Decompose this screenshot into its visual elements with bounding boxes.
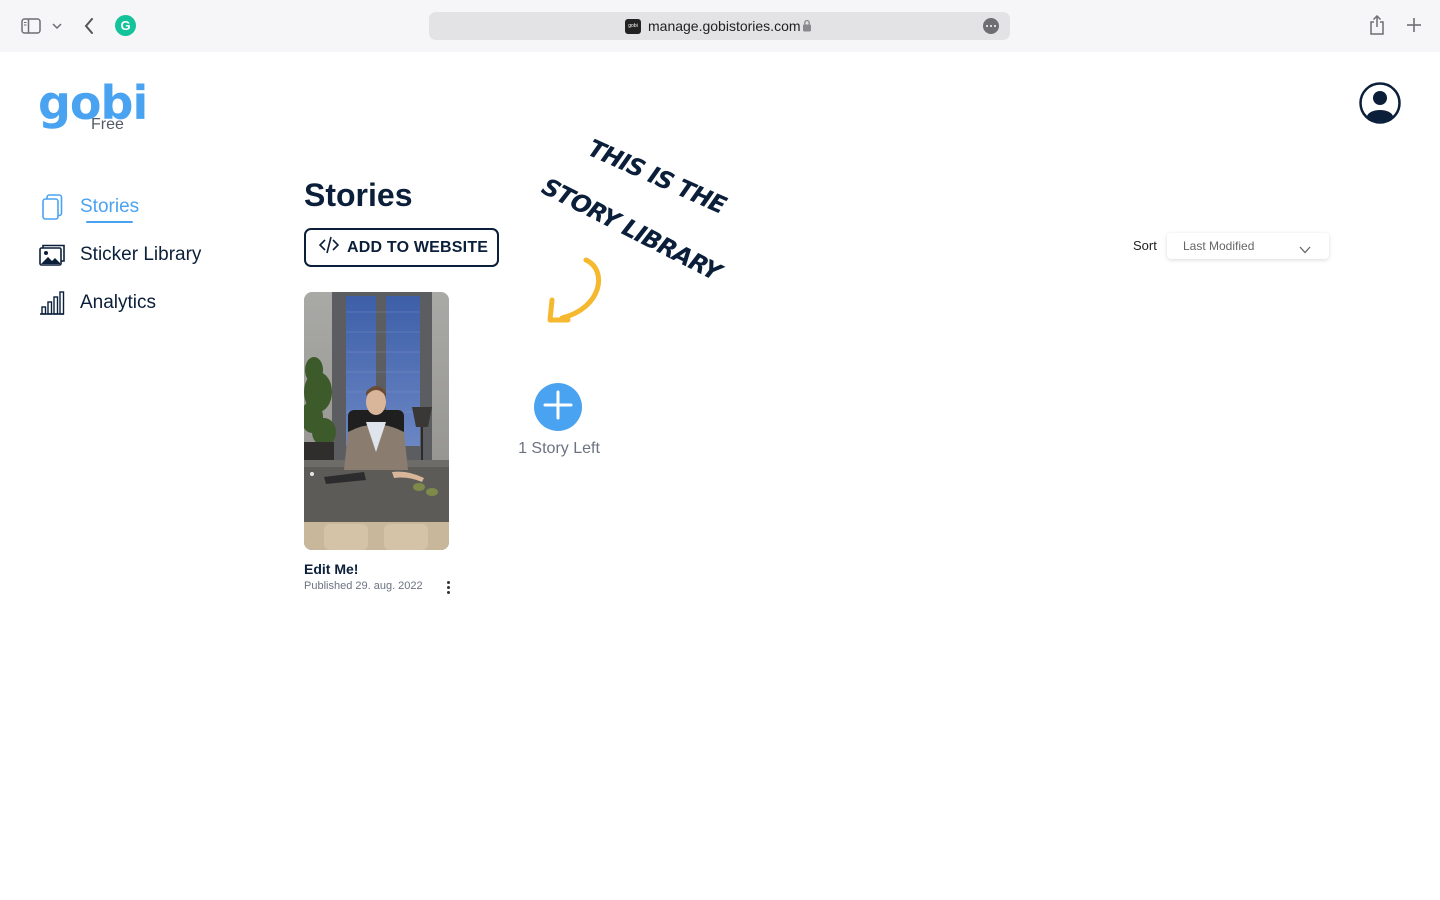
image-icon — [38, 241, 66, 269]
plan-label: Free — [91, 116, 124, 133]
share-icon[interactable] — [1366, 12, 1388, 38]
site-favicon: gobi — [625, 19, 641, 34]
sidebar-item-analytics[interactable]: Analytics — [38, 289, 156, 317]
story-title[interactable]: Edit Me! — [304, 561, 358, 577]
back-icon[interactable] — [78, 14, 100, 38]
bar-chart-icon — [38, 289, 66, 317]
sidebar-item-label: Stories — [80, 196, 140, 223]
sidebar-toggle-icon[interactable] — [18, 14, 44, 38]
more-options-icon[interactable] — [441, 579, 455, 595]
sidebar-item-label: Sticker Library — [80, 244, 202, 265]
page-options-icon[interactable] — [983, 18, 999, 34]
story-library-annotation: THIS IS THE STORY LIBRARY — [537, 134, 730, 323]
add-to-website-button[interactable]: ADD TO WEBSITE — [304, 228, 499, 267]
new-story-button[interactable] — [534, 383, 582, 431]
sort-dropdown[interactable]: Last Modified — [1167, 233, 1329, 259]
browser-toolbar: G gobi manage.gobistories.com — [0, 0, 1440, 52]
new-tab-icon[interactable] — [1403, 14, 1425, 36]
code-icon — [318, 236, 340, 259]
curved-arrow-icon — [559, 257, 602, 321]
address-bar[interactable]: gobi manage.gobistories.com — [429, 12, 1010, 40]
sidebar-item-label: Analytics — [80, 292, 157, 313]
lock-icon — [802, 19, 812, 37]
sidebar-item-sticker-library[interactable]: Sticker Library — [38, 241, 201, 269]
sidebar-item-stories[interactable]: Stories — [38, 193, 140, 223]
page-title: Stories — [304, 177, 413, 213]
plus-icon — [542, 389, 574, 426]
sort-label: Sort — [1133, 238, 1157, 253]
story-published-date: Published 29. aug. 2022 — [304, 580, 423, 592]
url-text: manage.gobistories.com — [648, 18, 801, 34]
grammarly-extension-icon[interactable]: G — [115, 15, 136, 36]
user-avatar-icon[interactable] — [1359, 82, 1401, 124]
story-thumbnail[interactable] — [304, 292, 449, 550]
stories-remaining-label: 1 Story Left — [518, 440, 600, 457]
chevron-down-icon[interactable] — [50, 18, 64, 34]
add-to-website-label: ADD TO WEBSITE — [347, 238, 489, 256]
sort-value: Last Modified — [1183, 239, 1255, 253]
stories-icon — [38, 193, 66, 221]
chevron-down-icon — [1299, 241, 1311, 259]
